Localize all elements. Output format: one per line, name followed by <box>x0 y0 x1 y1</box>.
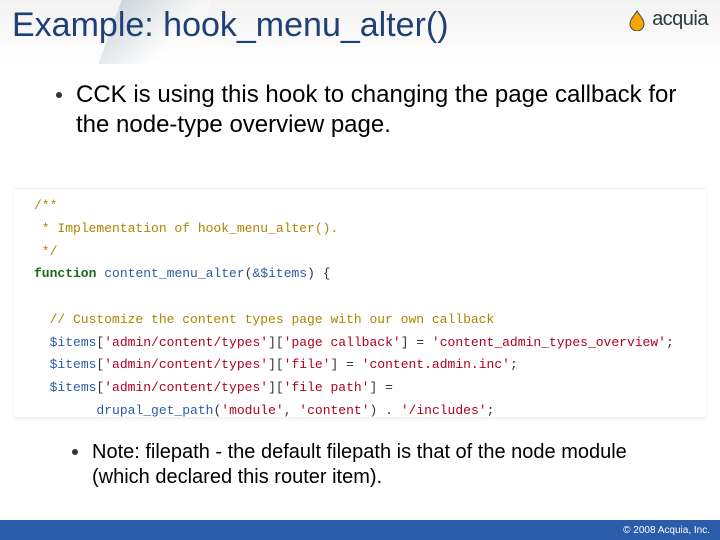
main-bullet-list: CCK is using this hook to changing the p… <box>56 80 680 140</box>
droplet-icon <box>626 9 648 31</box>
code-str: 'admin/content/types' <box>104 380 268 395</box>
footer-bar: © 2008 Acquia, Inc. <box>0 520 720 540</box>
slide-title: Example: hook_menu_alter() <box>12 6 449 45</box>
code-func: content_menu_alter <box>104 266 244 281</box>
note-bullet-list: Note: filepath - the default filepath is… <box>72 440 680 490</box>
code-str: 'content' <box>299 403 369 418</box>
code-str: '/includes' <box>401 403 487 418</box>
code-line: */ <box>34 244 57 259</box>
code-str: 'admin/content/types' <box>104 357 268 372</box>
code-line: // Customize the content types page with… <box>34 312 494 327</box>
code-var: $items <box>50 380 97 395</box>
list-item: CCK is using this hook to changing the p… <box>56 80 680 140</box>
code-line: /** <box>34 198 57 213</box>
code-keyword: function <box>34 266 96 281</box>
code-str: 'file' <box>284 357 331 372</box>
code-block: /** * Implementation of hook_menu_alter(… <box>14 188 706 418</box>
code-arg: &$items <box>252 266 307 281</box>
bullet-icon <box>56 92 62 98</box>
code-var: $items <box>50 357 97 372</box>
brand-name: acquia <box>652 8 708 31</box>
slide: Example: hook_menu_alter() acquia CCK is… <box>0 0 720 540</box>
code-str: 'file path' <box>284 380 370 395</box>
copyright: © 2008 Acquia, Inc. <box>623 525 710 536</box>
code-str: 'content.admin.inc' <box>362 357 510 372</box>
code-var: $items <box>50 335 97 350</box>
code-str: 'module' <box>221 403 283 418</box>
bullet-icon <box>72 449 78 455</box>
code-str: 'admin/content/types' <box>104 335 268 350</box>
brand-logo: acquia <box>626 8 708 31</box>
list-item: Note: filepath - the default filepath is… <box>72 440 680 490</box>
note-text: Note: filepath - the default filepath is… <box>92 440 680 490</box>
code-func: drupal_get_path <box>96 403 213 418</box>
code-str: 'content_admin_types_overview' <box>432 335 666 350</box>
code-line: * Implementation of hook_menu_alter(). <box>34 221 338 236</box>
bullet-text: CCK is using this hook to changing the p… <box>76 80 680 140</box>
code-str: 'page callback' <box>284 335 401 350</box>
